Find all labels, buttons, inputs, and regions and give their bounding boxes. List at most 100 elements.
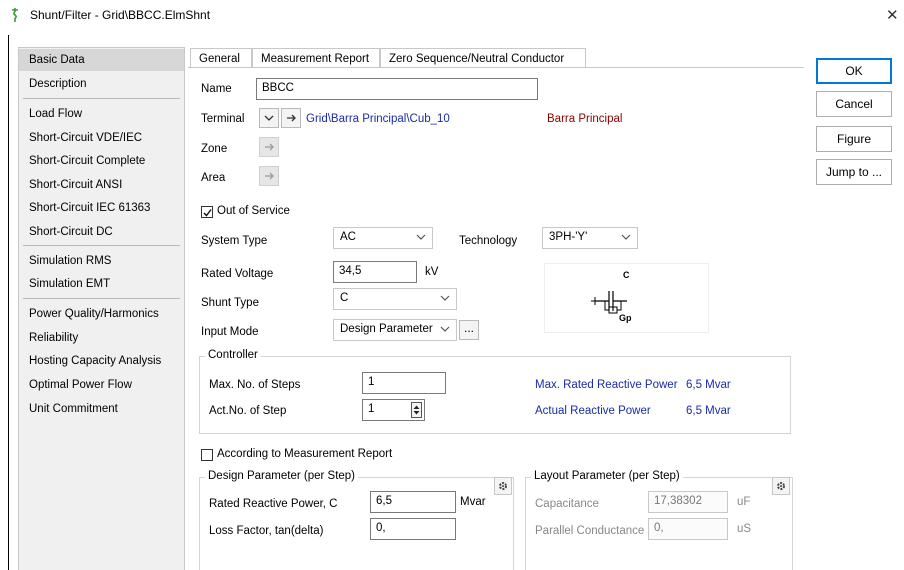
parallel-conductance-label: Parallel Conductance <box>535 525 645 537</box>
capacitance-input: 17,38302 <box>648 491 728 513</box>
system-type-select[interactable]: AC <box>333 227 433 249</box>
arrow-right-icon <box>265 143 274 151</box>
rated-q-unit: Mvar <box>460 496 486 508</box>
system-type-value: AC <box>340 231 356 243</box>
design-parameter-title: Design Parameter (per Step) <box>205 470 359 482</box>
parallel-conductance-unit: uS <box>737 523 752 535</box>
name-label: Name <box>201 83 232 95</box>
terminal-path-link[interactable]: Grid\Barra Principal\Cub_10 <box>306 113 450 125</box>
arrow-right-icon <box>265 172 274 180</box>
loss-factor-label: Loss Factor, tan(delta) <box>209 525 324 537</box>
terminal-select-button[interactable] <box>259 108 279 128</box>
according-measurement-label: According to Measurement Report <box>217 448 393 460</box>
act-step-value: 1 <box>368 403 375 415</box>
layout-parameter-title: Layout Parameter (per Step) <box>531 470 683 482</box>
design-settings-button[interactable] <box>494 477 512 495</box>
input-mode-label: Input Mode <box>201 326 259 338</box>
act-step-label: Act.No. of Step <box>209 405 287 417</box>
sidebar: Basic Data Description Load Flow Short-C… <box>18 47 185 570</box>
chevron-down-icon <box>621 234 631 240</box>
input-mode-select[interactable]: Design Parameter <box>333 319 457 341</box>
title-bar: Shunt/Filter - Grid\BBCC.ElmShnt ✕ <box>0 0 904 30</box>
sidebar-item-sc-ansi[interactable]: Short-Circuit ANSI <box>19 174 184 196</box>
diagram-gp-label: Gp <box>619 313 632 323</box>
ok-button[interactable]: OK <box>816 58 892 84</box>
sidebar-item-sim-emt[interactable]: Simulation EMT <box>19 273 184 295</box>
max-steps-input[interactable]: 1 <box>362 372 446 394</box>
sidebar-item-description[interactable]: Description <box>19 73 184 95</box>
tab-measurement-report[interactable]: Measurement Report <box>252 48 380 68</box>
design-parameter-group <box>199 477 514 570</box>
according-measurement-checkbox[interactable] <box>201 449 213 461</box>
sidebar-item-sc-dc[interactable]: Short-Circuit DC <box>19 221 184 243</box>
tab-general[interactable]: General <box>190 48 252 68</box>
cancel-button[interactable]: Cancel <box>816 91 892 117</box>
terminal-bus-name: Barra Principal <box>547 113 623 125</box>
window-border <box>8 35 9 570</box>
capacitance-label: Capacitance <box>535 498 599 510</box>
input-mode-value: Design Parameter <box>340 323 433 335</box>
rated-voltage-input[interactable]: 34,5 <box>333 261 417 283</box>
name-input[interactable]: BBCC <box>256 78 538 100</box>
tab-zero-sequence[interactable]: Zero Sequence/Neutral Conductor <box>380 48 586 68</box>
gear-icon <box>777 482 785 490</box>
zone-label: Zone <box>201 143 228 155</box>
terminal-jump-button[interactable] <box>281 108 301 128</box>
system-type-label: System Type <box>201 235 268 247</box>
sidebar-item-reliability[interactable]: Reliability <box>19 327 184 349</box>
area-jump-button <box>259 166 279 186</box>
close-icon[interactable]: ✕ <box>886 6 899 24</box>
layout-settings-button[interactable] <box>772 477 790 495</box>
out-of-service-label: Out of Service <box>217 205 290 217</box>
sidebar-item-sc-vde-iec[interactable]: Short-Circuit VDE/IEC <box>19 127 184 149</box>
max-rated-q-label: Max. Rated Reactive Power <box>535 379 678 391</box>
sidebar-item-sc-complete[interactable]: Short-Circuit Complete <box>19 150 184 172</box>
checkmark-icon <box>203 209 212 217</box>
jump-to-button[interactable]: Jump to ... <box>816 159 892 185</box>
shunt-type-select[interactable]: C <box>333 288 457 310</box>
rated-voltage-unit: kV <box>425 266 439 278</box>
technology-value: 3PH-'Y' <box>549 231 588 243</box>
max-rated-q-value: 6,5 Mvar <box>686 379 731 391</box>
sidebar-separator <box>23 245 180 246</box>
sidebar-item-unit-commitment[interactable]: Unit Commitment <box>19 398 184 420</box>
sidebar-separator <box>23 98 180 99</box>
zone-jump-button <box>259 137 279 157</box>
technology-label: Technology <box>459 235 518 247</box>
sidebar-item-power-quality[interactable]: Power Quality/Harmonics <box>19 303 184 325</box>
figure-button[interactable]: Figure <box>816 126 892 152</box>
actual-q-value: 6,5 Mvar <box>686 405 731 417</box>
diagram-c-label: C <box>623 270 630 280</box>
terminal-label: Terminal <box>201 113 245 125</box>
shunt-app-icon <box>12 8 18 22</box>
shunt-diagram: C Gp <box>544 263 709 333</box>
window-title: Shunt/Filter - Grid\BBCC.ElmShnt <box>30 8 211 22</box>
controller-group <box>199 356 791 434</box>
input-mode-ellipsis-button[interactable]: ... <box>459 320 479 340</box>
chevron-down-icon <box>440 295 450 301</box>
chevron-down-icon <box>416 234 426 240</box>
parallel-conductance-input: 0, <box>648 518 728 540</box>
controller-group-title: Controller <box>205 349 261 361</box>
shunt-type-label: Shunt Type <box>201 297 259 309</box>
sidebar-item-sim-rms[interactable]: Simulation RMS <box>19 250 184 272</box>
out-of-service-checkbox[interactable] <box>201 206 213 218</box>
rated-q-input[interactable]: 6,5 <box>370 491 456 513</box>
max-steps-label: Max. No. of Steps <box>209 379 301 391</box>
sidebar-item-sc-iec61363[interactable]: Short-Circuit IEC 61363 <box>19 197 184 219</box>
sidebar-item-optimal-power-flow[interactable]: Optimal Power Flow <box>19 374 184 396</box>
tab-underline <box>188 67 804 68</box>
sidebar-item-basic-data[interactable]: Basic Data <box>19 49 184 71</box>
act-step-input[interactable]: 1 <box>362 399 425 421</box>
loss-factor-input[interactable]: 0, <box>370 518 456 540</box>
rated-q-label: Rated Reactive Power, C <box>209 498 338 510</box>
spinner-icon[interactable] <box>411 402 422 418</box>
sidebar-item-hosting-capacity[interactable]: Hosting Capacity Analysis <box>19 350 184 372</box>
technology-select[interactable]: 3PH-'Y' <box>542 227 638 249</box>
actual-q-label: Actual Reactive Power <box>535 405 651 417</box>
sidebar-separator <box>23 298 180 299</box>
shunt-type-value: C <box>340 292 349 304</box>
chevron-down-icon <box>440 326 450 332</box>
sidebar-item-load-flow[interactable]: Load Flow <box>19 103 184 125</box>
area-label: Area <box>201 172 226 184</box>
